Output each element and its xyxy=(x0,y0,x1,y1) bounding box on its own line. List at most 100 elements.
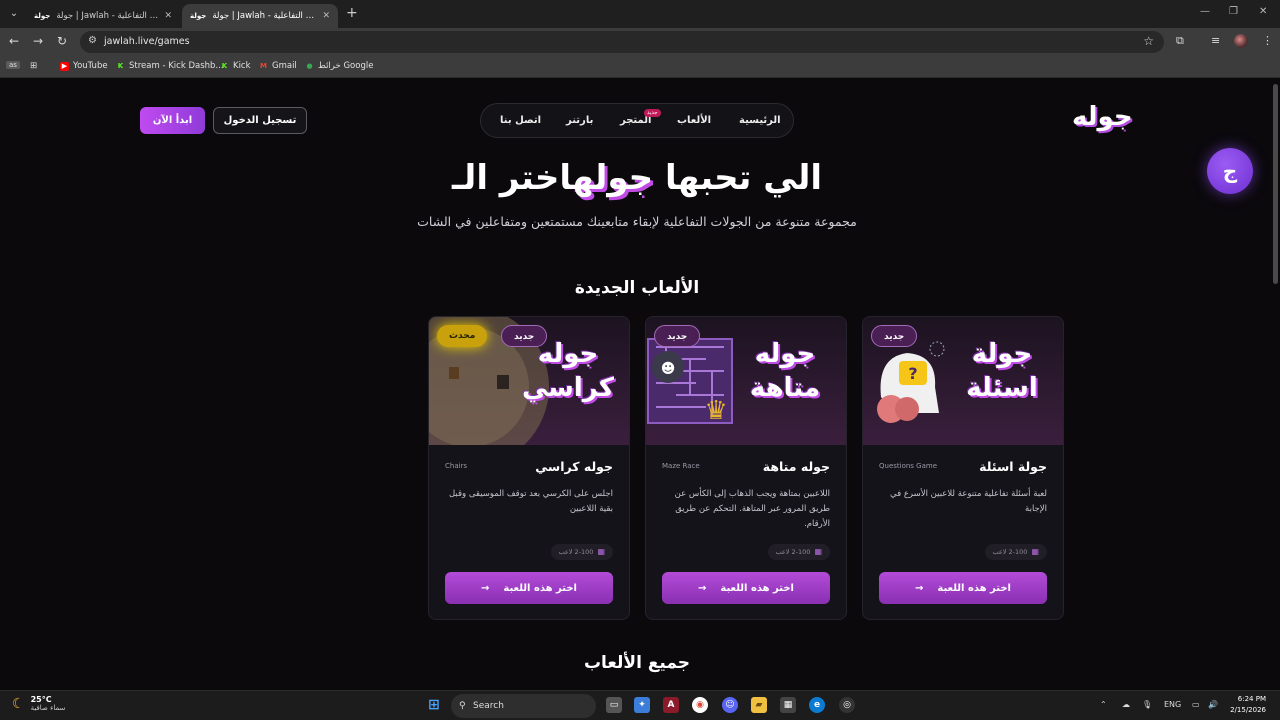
new-badge: جديد xyxy=(644,109,661,117)
file-explorer-icon[interactable]: ▰ xyxy=(751,697,767,713)
chrome-icon[interactable]: ◉ xyxy=(692,697,708,713)
restore-icon[interactable]: ❐ xyxy=(1229,6,1238,17)
clock-date: 2/15/2026 xyxy=(1230,706,1266,714)
bookmark-kick[interactable]: K Kick xyxy=(220,61,251,71)
tab-favicon: جولة xyxy=(190,12,207,20)
search-icon: ⚲ xyxy=(459,701,466,711)
bookmark-youtube[interactable]: ▶ YouTube xyxy=(60,61,108,71)
start-now-button[interactable]: ابدأ الآن xyxy=(140,107,205,134)
gmail-icon: M xyxy=(260,61,267,70)
tab-search-menu-icon[interactable]: ⌄ xyxy=(6,6,22,22)
reading-list-icon[interactable]: ≡ xyxy=(1211,34,1220,47)
bookmarks-bar: as ⊞ ▶ YouTube K Stream - Kick Dashb... KK… xyxy=(0,56,1280,78)
edge-icon[interactable]: e xyxy=(809,697,825,713)
clock-time: 6:24 PM xyxy=(1237,695,1266,703)
forward-icon[interactable]: → xyxy=(33,34,43,48)
game-art-chairs: جوله كراسي محدث جديد xyxy=(429,317,629,445)
browser-tab[interactable]: جولة جولة | Jawlah - منصة الألعاب التفاع… xyxy=(26,4,180,28)
game-card-chairs[interactable]: جوله كراسي محدث جديد جوله كراسي Chairs ا… xyxy=(428,316,630,620)
arrow-left-icon: → xyxy=(481,582,490,594)
obs-icon[interactable]: ◎ xyxy=(839,697,855,713)
nav-games[interactable]: الألعاب xyxy=(677,115,711,126)
system-clock[interactable]: 6:24 PM 2/15/2026 xyxy=(1226,694,1266,716)
page-subtitle: مجموعة متنوعة من الجولات التفاعلية لإبقا… xyxy=(417,214,857,229)
updated-badge: محدث xyxy=(437,325,488,347)
back-icon[interactable]: ← xyxy=(9,34,19,48)
arrow-left-icon: → xyxy=(698,582,707,594)
main-nav: اتصل بنا بارتنر المتجر جديد الألعاب الرئ… xyxy=(480,103,794,138)
game-art-title: جولة اسئلة xyxy=(966,339,1038,403)
game-art-title: جوله متاهة xyxy=(749,339,821,403)
moon-icon: ☾ xyxy=(12,695,25,712)
players-icon: ▦ xyxy=(814,547,822,556)
copilot-icon[interactable]: ✦ xyxy=(634,697,650,713)
site-info-icon[interactable]: ⚙ xyxy=(88,35,97,46)
bookmark-maps[interactable]: ● خرائط Google xyxy=(305,61,373,71)
choose-game-button[interactable]: اختر هذه اللعبة → xyxy=(879,572,1047,604)
game-art-maze: ☻ ♛ جوله متاهة جديد xyxy=(646,317,846,445)
bookmark-star-icon[interactable]: ☆ xyxy=(1143,34,1154,48)
page-scrollbar[interactable] xyxy=(1273,84,1278,284)
menu-icon[interactable]: ⋮ xyxy=(1262,34,1273,47)
title-accent: جوله xyxy=(572,158,654,198)
profile-badge: as xyxy=(6,61,20,69)
login-button[interactable]: تسجيل الدخول xyxy=(213,107,307,134)
nav-partner[interactable]: بارتنر xyxy=(566,115,593,126)
bookmark-kick-dashboard[interactable]: K Stream - Kick Dashb... xyxy=(116,61,224,71)
browser-tab-active[interactable]: جولة جولة | Jawlah - منصة الألعاب التفاع… xyxy=(182,4,338,28)
game-description: اللاعبين بمتاهة ويجب الذهاب إلى الكأس عن… xyxy=(674,489,830,529)
players-icon: ▦ xyxy=(1031,547,1039,556)
weather-widget[interactable]: ☾ 25°C سماء صافية xyxy=(12,695,65,712)
language-indicator[interactable]: ENG xyxy=(1164,700,1181,709)
game-title: جوله متاهة xyxy=(762,459,830,474)
weather-temp: 25°C xyxy=(30,695,52,704)
reload-icon[interactable]: ↻ xyxy=(57,34,67,48)
store-icon[interactable]: ▦ xyxy=(780,697,796,713)
game-english-name: Maze Race xyxy=(662,462,700,470)
kick-icon: K xyxy=(221,61,228,70)
tab-title: جولة | Jawlah - منصة الألعاب التفاعلية xyxy=(212,11,317,21)
site-logo[interactable]: جوله xyxy=(1072,102,1134,132)
profile-avatar[interactable] xyxy=(1234,34,1248,48)
cloud-icon[interactable]: ☁ xyxy=(1122,700,1130,709)
svg-text:☻: ☻ xyxy=(661,361,676,377)
new-games-heading: الألعاب الجديدة xyxy=(574,278,700,298)
minimize-icon[interactable]: — xyxy=(1200,6,1210,17)
browser-toolbar: ← → ↻ ⚙ jawlah.live/games ☆ ⧉ ≡ ⋮ xyxy=(0,28,1280,56)
new-tab-button[interactable]: + xyxy=(346,5,358,21)
new-badge: جديد xyxy=(871,325,918,347)
app-a-icon[interactable]: A xyxy=(663,697,679,713)
svg-text:?: ? xyxy=(908,364,917,383)
address-bar[interactable]: ⚙ jawlah.live/games ☆ xyxy=(80,31,1164,53)
close-tab-icon[interactable]: ✕ xyxy=(164,11,172,21)
windows-taskbar: ☾ 25°C سماء صافية ⊞ ⚲ Search ▭ ✦ A ◉ ☺ ▰ … xyxy=(0,690,1280,720)
tray-overflow-icon[interactable]: ⌃ xyxy=(1100,700,1107,709)
game-english-name: Chairs xyxy=(445,462,468,470)
nav-home[interactable]: الرئيسية xyxy=(739,115,781,126)
extensions-icon[interactable]: ⧉ xyxy=(1176,34,1184,48)
url-text: jawlah.live/games xyxy=(104,36,190,47)
bookmark-gmail[interactable]: M Gmail xyxy=(259,61,297,71)
network-icon[interactable]: ▭ xyxy=(1192,700,1200,709)
volume-icon[interactable]: 🔊 xyxy=(1208,700,1218,709)
apps-grid-icon[interactable]: ⊞ xyxy=(30,61,37,71)
choose-game-button[interactable]: اختر هذه اللعبة → xyxy=(662,572,830,604)
discord-icon[interactable]: ☺ xyxy=(722,697,738,713)
maps-icon: ● xyxy=(306,61,313,70)
game-art-title: جوله كراسي xyxy=(521,339,615,403)
close-tab-icon[interactable]: ✕ xyxy=(322,11,330,21)
game-card-maze[interactable]: ☻ ♛ جوله متاهة جديد جوله متاهة Maze Race… xyxy=(645,316,847,620)
game-card-questions[interactable]: ? جولة اسئلة جديد جولة اسئلة Questions G… xyxy=(862,316,1064,620)
game-description: اجلس على الكرسي بعد توقف الموسيقى وقبل ب… xyxy=(448,489,613,514)
game-art-questions: ? جولة اسئلة جديد xyxy=(863,317,1063,445)
choose-game-button[interactable]: اختر هذه اللعبة → xyxy=(445,572,613,604)
microphone-icon[interactable]: 🎙 xyxy=(1142,700,1152,709)
task-view-icon[interactable]: ▭ xyxy=(606,697,622,713)
taskbar-search[interactable]: ⚲ Search xyxy=(451,694,596,718)
page-title: الي تحبها جولهاختر الـ xyxy=(451,158,823,198)
close-window-icon[interactable]: ✕ xyxy=(1259,6,1267,17)
players-count: ▦ 2-100 لاعب xyxy=(767,544,830,560)
nav-contact[interactable]: اتصل بنا xyxy=(500,115,541,126)
windows-start-icon[interactable]: ⊞ xyxy=(426,697,442,713)
new-badge: جديد xyxy=(501,325,548,347)
